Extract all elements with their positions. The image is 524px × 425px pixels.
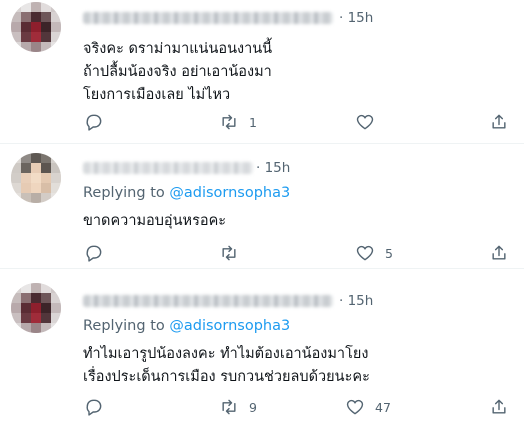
retweet-icon: [222, 245, 236, 261]
reply-button[interactable]: [84, 396, 114, 418]
tweet-text-line: ถ้าปลื้มน้องจริง อย่าเอาน้องมา: [83, 64, 272, 80]
display-name[interactable]: [83, 12, 333, 24]
share-icon: [492, 245, 506, 260]
avatar[interactable]: [11, 2, 61, 52]
tweet-3[interactable]: · 15h Replying to @adisornsopha3 ทำไมเอา…: [0, 269, 524, 425]
like-count: 5: [385, 245, 393, 261]
share-button[interactable]: [489, 396, 509, 418]
retweet-button[interactable]: 1: [219, 111, 257, 133]
tweet-text: จริงคะ ดราม่ามาแน่นอนงานนี้ ถ้าปลื้มน้อง…: [83, 38, 272, 107]
share-button[interactable]: [489, 111, 509, 133]
tweet-2[interactable]: · 15h Replying to @adisornsopha3 ขาดความ…: [0, 144, 524, 268]
reply-icon: [86, 245, 102, 262]
tweet-text: ขาดความอบอุ่นหรอคะ: [83, 210, 226, 233]
like-icon: [356, 245, 374, 261]
reply-button[interactable]: [84, 111, 114, 133]
tweet-text-line: โยงการเมืองเลย ไม่ไหว: [83, 87, 231, 103]
mention-link[interactable]: @adisornsopha3: [169, 185, 290, 201]
retweet-button[interactable]: [219, 242, 249, 264]
avatar[interactable]: [11, 283, 61, 333]
tweet-text-line: ขาดความอบอุ่นหรอคะ: [83, 213, 227, 229]
reply-button[interactable]: [84, 242, 114, 264]
retweet-button[interactable]: 9: [219, 396, 257, 418]
mention-link[interactable]: @adisornsopha3: [169, 318, 290, 334]
retweet-icon: [222, 399, 236, 415]
reply-icon: [86, 114, 102, 131]
replying-to-label: Replying to: [83, 318, 170, 334]
replying-to: Replying to @adisornsopha3: [83, 185, 290, 201]
replying-to-label: Replying to: [83, 185, 170, 201]
tweet-1[interactable]: · 15h จริงคะ ดราม่ามาแน่นอนงานนี้ ถ้าปลื…: [0, 0, 524, 143]
like-icon: [356, 114, 374, 130]
timestamp[interactable]: · 15h: [256, 160, 290, 176]
share-button[interactable]: [489, 242, 509, 264]
avatar[interactable]: [11, 153, 61, 203]
retweet-count: 1: [249, 114, 257, 130]
like-count: 47: [375, 399, 391, 415]
replying-to: Replying to @adisornsopha3: [83, 318, 290, 334]
tweet-text: ทำไมเอารูปน้องลงคะ ทำไมต้องเอาน้องมาโยง …: [83, 343, 370, 389]
retweet-icon: [222, 114, 236, 130]
like-icon: [346, 399, 364, 415]
share-icon: [492, 114, 506, 129]
like-button[interactable]: [355, 111, 385, 133]
share-icon: [492, 399, 506, 414]
like-button[interactable]: 5: [355, 242, 393, 264]
timestamp[interactable]: · 15h: [339, 10, 373, 26]
tweet-text-line: เรื่องประเด็นการเมือง รบกวนช่วยลบด้วยนะค…: [83, 369, 370, 385]
retweet-count: 9: [249, 399, 257, 415]
like-button[interactable]: 47: [345, 396, 391, 418]
tweet-text-line: จริงคะ ดราม่ามาแน่นอนงานนี้: [83, 41, 273, 57]
reply-icon: [86, 399, 102, 416]
display-name[interactable]: [83, 162, 253, 174]
tweet-text-line: ทำไมเอารูปน้องลงคะ ทำไมต้องเอาน้องมาโยง: [83, 346, 369, 362]
display-name[interactable]: [83, 295, 333, 307]
timestamp[interactable]: · 15h: [339, 293, 373, 309]
